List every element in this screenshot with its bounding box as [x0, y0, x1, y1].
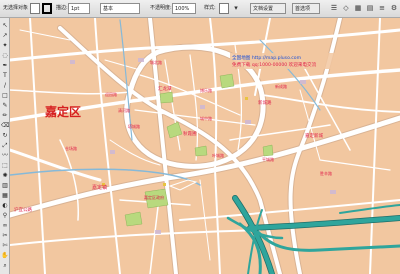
- align-icon[interactable]: ☰: [330, 4, 338, 12]
- opacity-label: 不透明度:: [150, 5, 172, 11]
- scissors-tool[interactable]: ✄: [1, 241, 9, 250]
- building: [330, 190, 336, 194]
- selection-status: 无选择对象: [3, 5, 29, 11]
- building: [138, 58, 144, 62]
- warp-tool[interactable]: 〰: [1, 151, 9, 160]
- place-label-qinghe-road: 清河路: [118, 107, 130, 113]
- lasso-tool[interactable]: ◌: [1, 51, 9, 60]
- place-label-pingcheng-road: 平城路: [262, 156, 274, 162]
- place-label-yingyuan-road: 迎园路: [105, 91, 117, 97]
- building: [300, 80, 306, 84]
- rectangle-tool[interactable]: □: [1, 91, 9, 100]
- map-artboard[interactable]: 嘉定区 全国地图 http://map.pluso.com 免费下载 qq:10…: [10, 18, 400, 274]
- illustrator-window: 无选择对象 描边: 1pt 基本 不透明度: 100% 样式: ▾ 文档设置 首…: [0, 0, 400, 274]
- road-marker: [245, 97, 248, 100]
- park-area: [262, 144, 274, 157]
- style-label: 样式:: [204, 5, 216, 11]
- eyedropper-tool[interactable]: ⚲: [1, 211, 9, 220]
- control-bar: 无选择对象 描边: 1pt 基本 不透明度: 100% 样式: ▾ 文档设置 首…: [0, 0, 400, 18]
- place-label-jiading-town: 嘉定镇: [92, 184, 107, 191]
- direct-selection-tool[interactable]: ↗: [1, 31, 9, 40]
- document-setup-button[interactable]: 文档设置: [250, 3, 286, 14]
- paintbrush-tool[interactable]: ✎: [1, 101, 9, 110]
- gradient-tool[interactable]: ◐: [1, 201, 9, 210]
- transform-icon[interactable]: ◇: [342, 4, 350, 12]
- chevron-down-icon[interactable]: ▾: [232, 4, 240, 12]
- place-label-huyi-highway: 沪宜公路: [14, 206, 32, 213]
- place-label-district-government: 嘉定区政府: [144, 194, 164, 200]
- panel-menu-icon[interactable]: ≡: [378, 4, 386, 12]
- scale-tool[interactable]: ⤢: [1, 141, 9, 150]
- hand-tool[interactable]: ✋: [1, 251, 9, 260]
- building: [155, 230, 161, 234]
- place-label-cangchang-road: 仓场路: [65, 145, 77, 151]
- type-tool[interactable]: T: [1, 71, 9, 80]
- place-label-shengxin-road: 胜辛路: [320, 170, 332, 176]
- symbol-sprayer-tool[interactable]: ✺: [1, 171, 9, 180]
- opacity-field[interactable]: 100%: [172, 3, 196, 14]
- line-tool[interactable]: /: [1, 81, 9, 90]
- park-area: [194, 145, 208, 157]
- building: [110, 150, 115, 154]
- pencil-tool[interactable]: ✏: [1, 111, 9, 120]
- notice-line-1: 全国地图 http://map.pluso.com: [232, 54, 302, 61]
- graph-tool[interactable]: ▥: [1, 181, 9, 190]
- magic-wand-tool[interactable]: ✦: [1, 41, 9, 50]
- pen-tool[interactable]: ✒: [1, 61, 9, 70]
- selection-tool[interactable]: ↖: [1, 21, 9, 30]
- slice-tool[interactable]: ✂: [1, 231, 9, 240]
- mesh-tool[interactable]: ▦: [1, 191, 9, 200]
- place-label-bole-road: 博乐路: [200, 87, 212, 93]
- tools-panel: ↖ ↗ ✦ ◌ ✒ T / □ ✎ ✏ ⌫ ↻ ⤢ 〰 ⬚ ✺ ▥ ▦ ◐ ⚲ ∞ ✂ ✄ ✋ ⌕: [0, 18, 10, 274]
- fill-swatch[interactable]: [30, 3, 40, 14]
- place-label-huilongtan: 汇龙潭: [158, 85, 172, 92]
- place-label-xincheng-road: 新城路: [258, 99, 272, 106]
- road-marker: [163, 183, 166, 186]
- eraser-tool[interactable]: ⌫: [1, 121, 9, 130]
- rotate-tool[interactable]: ↻: [1, 131, 9, 140]
- style-swatch[interactable]: [219, 3, 229, 14]
- building: [200, 105, 205, 109]
- place-label-chengzhong-road: 城中路: [200, 115, 212, 121]
- brush-definition-dropdown[interactable]: 基本: [100, 3, 140, 14]
- arrange-icon[interactable]: ▤: [366, 4, 374, 12]
- zoom-tool[interactable]: ⌕: [1, 261, 9, 270]
- building: [70, 60, 75, 64]
- stroke-label: 描边:: [56, 5, 68, 11]
- stroke-weight-field[interactable]: 1pt: [68, 3, 90, 14]
- place-label-tacheng-road: 塔城路: [128, 123, 140, 129]
- place-label-chengbei-road: 城北路: [150, 59, 162, 65]
- settings-icon[interactable]: ⚙: [390, 4, 398, 12]
- place-label-xincheng-road-east: 新成路: [275, 83, 287, 89]
- free-transform-tool[interactable]: ⬚: [1, 161, 9, 170]
- grid-icon[interactable]: ▦: [354, 4, 362, 12]
- notice-line-2: 免费下载 qq:1000-00000 欢迎来电交流: [232, 61, 317, 68]
- blend-tool[interactable]: ∞: [1, 221, 9, 230]
- park-area: [219, 73, 235, 89]
- place-label-qiuxiapu: 秋霞圃: [183, 130, 197, 137]
- district-label: 嘉定区: [44, 104, 81, 119]
- stroke-swatch[interactable]: [42, 3, 52, 14]
- place-label-jiading-newtown: 嘉定新城: [305, 132, 323, 139]
- preferences-button[interactable]: 首选项: [292, 3, 320, 14]
- building: [245, 120, 251, 124]
- park-area: [159, 91, 174, 104]
- place-label-yecheng-road: 叶城路: [212, 152, 224, 158]
